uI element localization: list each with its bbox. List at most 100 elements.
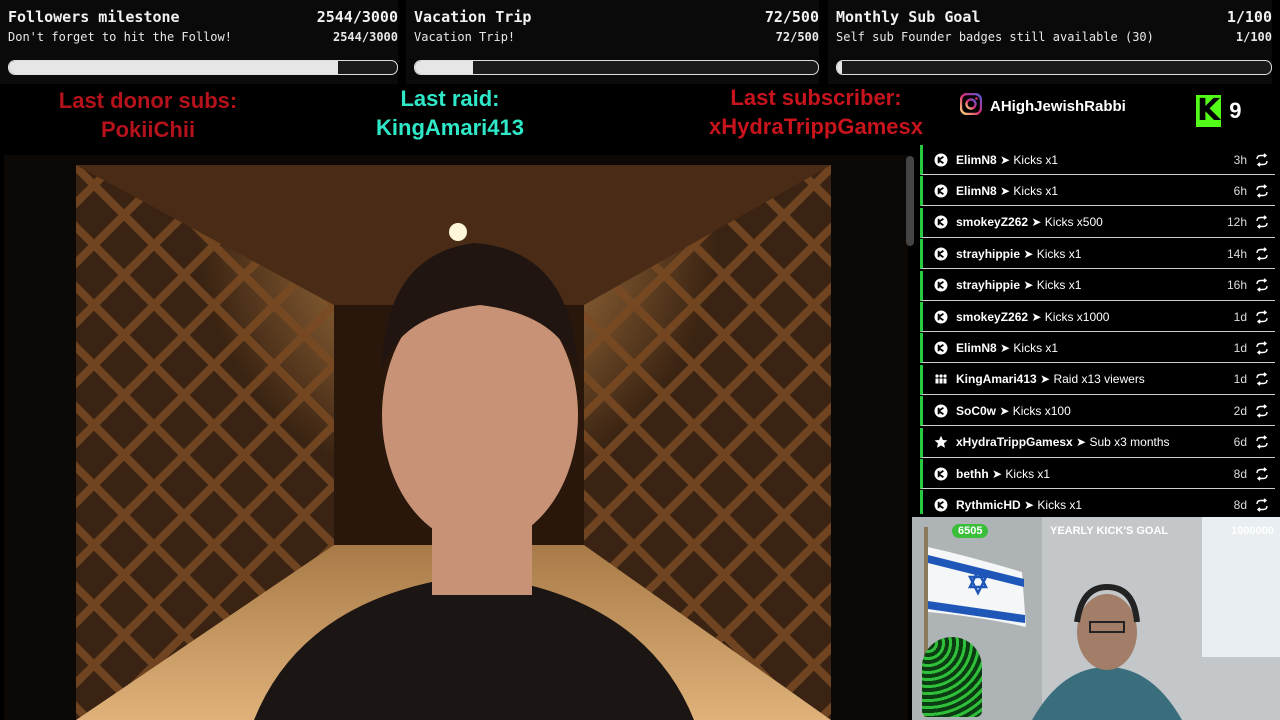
event-action: Kicks x1	[1005, 466, 1051, 481]
kick-viewer-count: K 9	[1196, 95, 1242, 127]
instagram-icon	[959, 92, 983, 119]
replay-icon[interactable]	[1255, 435, 1269, 449]
replay-icon[interactable]	[1255, 309, 1269, 324]
replay-icon[interactable]	[1255, 152, 1269, 167]
event-row: RythmicHD ➤ Kicks x1 8d	[920, 490, 1275, 514]
event-action: Kicks x1	[1013, 340, 1059, 355]
goal-title: Followers milestone	[8, 8, 180, 26]
last-subscriber-label: Last subscriber:	[730, 85, 902, 110]
event-row: ElimN8 ➤ Kicks x1 3h	[920, 145, 1275, 175]
event-action: Kicks x1	[1036, 278, 1082, 293]
raid-icon	[933, 372, 948, 387]
last-donor-name: PokiiChii	[100, 117, 196, 142]
replay-icon[interactable]	[1255, 498, 1269, 512]
yearly-kick-goal: 6505 YEARLY KICK'S GOAL 1000000	[912, 520, 1280, 542]
event-row: bethh ➤ Kicks x1 8d	[920, 459, 1275, 489]
kick-icon	[933, 246, 948, 261]
event-row: smokeyZ262 ➤ Kicks x1000 1d	[920, 302, 1275, 332]
kick-icon	[933, 403, 948, 418]
green-trophy	[922, 637, 982, 717]
event-time: 8d	[1233, 497, 1247, 512]
goal-title: Vacation Trip	[414, 8, 532, 26]
replay-icon[interactable]	[1255, 246, 1269, 261]
followers-goal-widget: Followers milestone 2544/3000 Don't forg…	[0, 0, 398, 84]
goal-value: 1/100	[1226, 8, 1272, 26]
event-row: ElimN8 ➤ Kicks x1 1d	[920, 333, 1275, 364]
event-time: 6d	[1233, 435, 1247, 450]
event-user: ElimN8	[956, 183, 997, 198]
replay-icon[interactable]	[1255, 466, 1269, 481]
replay-icon[interactable]	[1255, 403, 1269, 418]
last-raid-label: Last raid:	[400, 86, 500, 111]
goal-progress-fill	[9, 61, 339, 74]
event-time: 6h	[1233, 183, 1247, 198]
video-scrollbar[interactable]	[906, 156, 914, 246]
event-time: 3h	[1233, 152, 1247, 167]
replay-icon[interactable]	[1255, 215, 1269, 230]
event-user: ElimN8	[956, 152, 997, 167]
kick-icon	[933, 497, 948, 512]
event-action: Kicks x100	[1012, 403, 1071, 418]
event-row: SoC0w ➤ Kicks x100 2d	[920, 396, 1275, 427]
event-action: Kicks x1	[1036, 246, 1082, 261]
event-action: Kicks x1000	[1044, 309, 1110, 324]
event-text: ElimN8 ➤ Kicks x1	[956, 183, 1059, 198]
kick-icon	[933, 215, 948, 230]
goal-progress-bar	[836, 60, 1272, 75]
event-user: bethh	[956, 466, 989, 481]
recent-events-list: ElimN8 ➤ Kicks x1 3h ElimN8 ➤ Kicks x1 6h sm…	[920, 144, 1280, 514]
event-row: strayhippie ➤ Kicks x1 14h	[920, 239, 1275, 270]
event-user: strayhippie	[956, 246, 1021, 261]
sub-goal-widget: Monthly Sub Goal 1/100 Self sub Founder …	[828, 0, 1272, 84]
event-text: strayhippie ➤ Kicks x1	[956, 278, 1082, 293]
event-action: Sub x3 months	[1089, 435, 1170, 450]
event-user: strayhippie	[956, 278, 1021, 293]
kick-icon	[933, 309, 948, 324]
last-donor-label: Last donor subs:	[58, 88, 238, 113]
event-row: ElimN8 ➤ Kicks x1 6h	[920, 176, 1275, 207]
yearly-target: 1000000	[1231, 525, 1274, 537]
kick-icon	[933, 340, 948, 355]
event-row: KingAmari413 ➤ Raid x13 viewers 1d	[920, 364, 1275, 395]
event-text: SoC0w ➤ Kicks x100	[956, 403, 1071, 418]
event-user: smokeyZ262	[956, 309, 1029, 324]
event-user: KingAmari413	[956, 372, 1037, 387]
goal-progress-bar	[414, 60, 819, 75]
instagram-handle: AHighJewishRabbi	[959, 92, 1126, 119]
replay-icon[interactable]	[1255, 184, 1269, 198]
event-time: 1d	[1233, 340, 1247, 355]
replay-icon[interactable]	[1255, 372, 1269, 387]
goal-subtitle: Self sub Founder badges still available …	[836, 30, 1154, 44]
goal-title: Monthly Sub Goal	[836, 8, 981, 26]
event-text: ElimN8 ➤ Kicks x1	[956, 152, 1059, 167]
event-row: smokeyZ262 ➤ Kicks x500 12h	[920, 207, 1275, 238]
event-user: ElimN8	[956, 340, 997, 355]
event-user: SoC0w	[956, 403, 997, 418]
event-action: Kicks x1	[1037, 497, 1083, 512]
event-time: 14h	[1226, 246, 1247, 261]
event-action: Raid x13 viewers	[1053, 372, 1145, 387]
event-action: Kicks x1	[1013, 152, 1059, 167]
goal-subtitle: Vacation Trip!	[414, 30, 516, 44]
event-text: smokeyZ262 ➤ Kicks x500	[956, 215, 1103, 230]
event-text: KingAmari413 ➤ Raid x13 viewers	[956, 372, 1145, 387]
replay-icon[interactable]	[1255, 341, 1269, 355]
last-raid: Last raid: KingAmari413	[350, 84, 550, 142]
event-time: 8d	[1233, 466, 1247, 481]
event-text: bethh ➤ Kicks x1	[956, 466, 1051, 481]
last-donor-subs: Last donor subs: PokiiChii	[30, 86, 266, 144]
event-text: xHydraTrippGamesx ➤ Sub x3 months	[956, 435, 1170, 450]
star-icon	[933, 435, 948, 450]
event-text: smokeyZ262 ➤ Kicks x1000	[956, 309, 1110, 324]
event-row: strayhippie ➤ Kicks x1 16h	[920, 270, 1275, 301]
goal-subtitle: Don't forget to hit the Follow!	[8, 30, 232, 44]
goal-value: 72/500	[764, 8, 819, 26]
yearly-current: 6505	[952, 524, 989, 538]
event-time: 16h	[1226, 278, 1247, 293]
last-subscriber-name: xHydraTrippGamesx	[709, 114, 923, 139]
goal-value: 2544/3000	[316, 8, 398, 26]
main-video-feed	[4, 155, 908, 720]
viewer-count: 9	[1229, 98, 1242, 123]
replay-icon[interactable]	[1255, 278, 1269, 292]
event-time: 2d	[1233, 403, 1247, 418]
